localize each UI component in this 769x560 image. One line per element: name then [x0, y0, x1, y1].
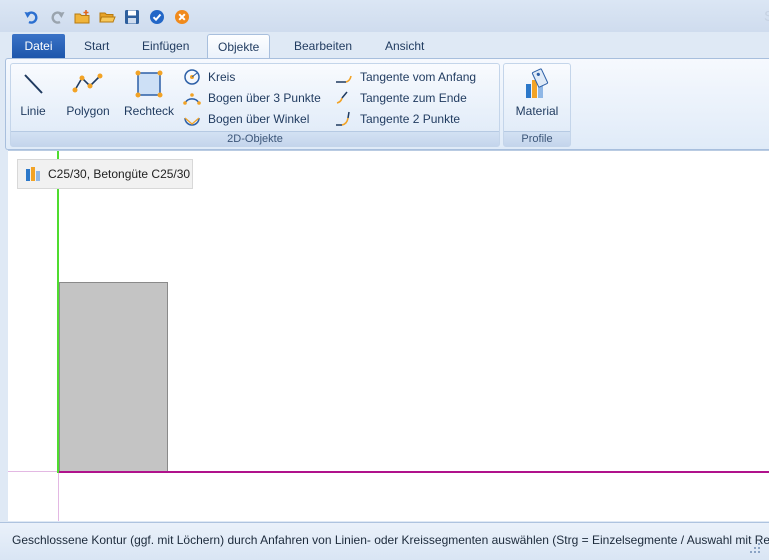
- redo-icon: [51, 11, 65, 24]
- polygon-button[interactable]: Polygon: [63, 68, 113, 124]
- apply-button[interactable]: [147, 7, 167, 27]
- rechteck-button[interactable]: Rechteck: [121, 68, 177, 124]
- new-project-button[interactable]: [72, 7, 92, 27]
- tangente-ende-button[interactable]: Tangente zum Ende: [335, 88, 467, 108]
- arc-3-points-icon: [183, 93, 201, 105]
- x-axis: [59, 471, 769, 473]
- material-button[interactable]: Material: [512, 68, 562, 124]
- group-2d-objekte: Linie Polygon Rechteck Kreis Bogen über …: [10, 63, 500, 147]
- cross-section-shape[interactable]: [59, 282, 168, 471]
- tab-start[interactable]: Start: [74, 34, 119, 59]
- bogen-3-punkte-label: Bogen über 3 Punkte: [208, 91, 321, 105]
- tab-bearbeiten[interactable]: Bearbeiten: [284, 34, 362, 59]
- drawing-canvas[interactable]: C25/30, Betongüte C25/30: [8, 150, 769, 521]
- quick-access-toolbar: [22, 7, 192, 27]
- group-2d-objekte-label: 2D-Objekte: [11, 131, 499, 146]
- rectangle-icon: [135, 70, 163, 98]
- undo-icon: [24, 11, 38, 24]
- line-icon: [24, 74, 43, 94]
- open-folder-icon: [98, 12, 116, 23]
- new-folder-icon: [74, 10, 89, 24]
- rechteck-label: Rechteck: [123, 104, 175, 118]
- y-axis-guide: [58, 473, 59, 521]
- material-label: Material: [515, 104, 559, 118]
- status-bar: Geschlossene Kontur (ggf. mit Löchern) d…: [0, 522, 769, 560]
- resize-grip-icon[interactable]: [749, 542, 761, 554]
- x-axis-guide: [8, 471, 58, 472]
- arc-angle-icon: [184, 117, 200, 126]
- tangente-anfang-label: Tangente vom Anfang: [360, 70, 477, 84]
- kreis-label: Kreis: [208, 70, 236, 84]
- cancel-button[interactable]: [172, 7, 192, 27]
- tab-objekte[interactable]: Objekte: [207, 34, 271, 60]
- linie-label: Linie: [20, 104, 46, 118]
- bogen-winkel-label: Bogen über Winkel: [208, 112, 310, 126]
- material-profile-icon: [26, 167, 40, 181]
- tangente-2-punkte-button[interactable]: Tangente 2 Punkte: [335, 109, 460, 129]
- tangent-start-icon: [336, 75, 352, 83]
- polygon-label: Polygon: [66, 104, 110, 118]
- group-profile-label: Profile: [504, 131, 570, 146]
- profile-chip[interactable]: C25/30, Betongüte C25/30: [17, 159, 193, 189]
- redo-button[interactable]: [47, 7, 67, 27]
- tangent-2-points-icon: [336, 111, 350, 126]
- status-text: Geschlossene Kontur (ggf. mit Löchern) d…: [12, 533, 769, 547]
- bogen-winkel-button[interactable]: Bogen über Winkel: [183, 109, 309, 129]
- check-icon: [150, 10, 164, 24]
- tab-einfuegen[interactable]: Einfügen: [132, 34, 199, 59]
- undo-button[interactable]: [22, 7, 42, 27]
- kreis-button[interactable]: Kreis: [183, 67, 235, 87]
- ribbon-panel: Linie Polygon Rechteck Kreis Bogen über …: [5, 58, 769, 150]
- linie-button[interactable]: Linie: [15, 68, 51, 124]
- tangente-2-punkte-label: Tangente 2 Punkte: [360, 112, 461, 126]
- save-button[interactable]: [122, 7, 142, 27]
- circle-icon: [184, 69, 200, 85]
- tangent-end-icon: [336, 91, 348, 104]
- tangente-ende-label: Tangente zum Ende: [360, 91, 467, 105]
- bogen-3-punkte-button[interactable]: Bogen über 3 Punkte: [183, 88, 321, 108]
- open-button[interactable]: [97, 7, 117, 27]
- profile-chip-label: C25/30, Betongüte C25/30: [48, 167, 191, 181]
- polygon-icon: [72, 73, 103, 93]
- cancel-icon: [175, 10, 189, 24]
- group-profile: Material Profile: [503, 63, 571, 147]
- window-title: S: [764, 8, 769, 25]
- tangente-anfang-button[interactable]: Tangente vom Anfang: [335, 67, 476, 87]
- ribbon-tabs: Datei Start Einfügen Objekte Bearbeiten …: [0, 32, 769, 60]
- title-bar: S: [0, 0, 769, 32]
- tab-datei[interactable]: Datei: [12, 34, 65, 58]
- material-icon: [526, 68, 549, 98]
- tab-ansicht[interactable]: Ansicht: [375, 34, 434, 59]
- save-icon: [125, 10, 139, 24]
